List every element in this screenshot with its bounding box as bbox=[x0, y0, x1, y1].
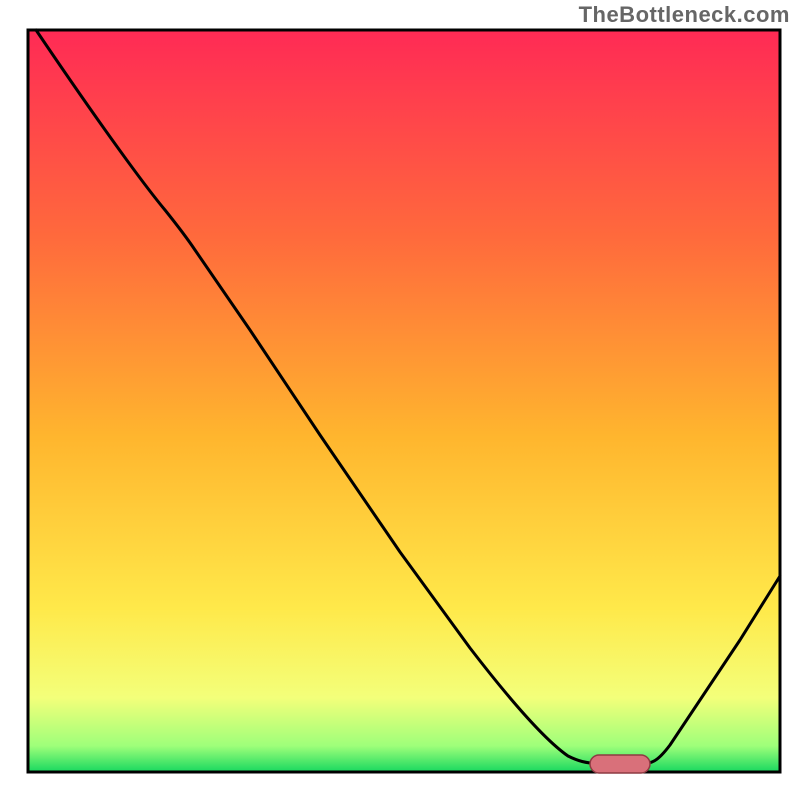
plot-background bbox=[28, 30, 780, 772]
bottleneck-chart bbox=[0, 0, 800, 800]
chart-container: TheBottleneck.com bbox=[0, 0, 800, 800]
optimum-marker bbox=[590, 755, 650, 773]
watermark-text: TheBottleneck.com bbox=[579, 2, 790, 28]
